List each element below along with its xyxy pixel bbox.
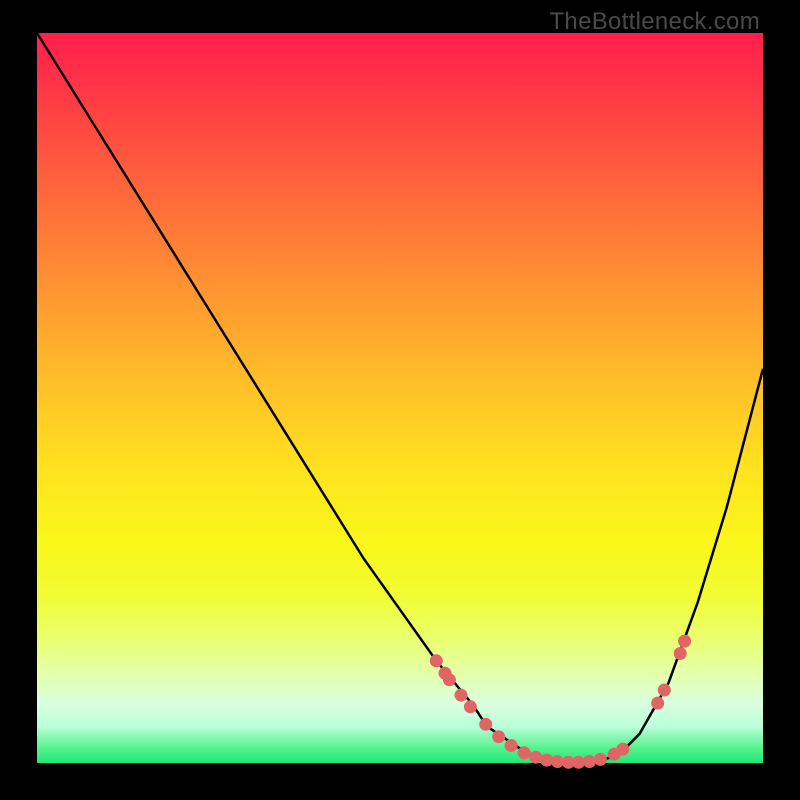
data-marker bbox=[464, 700, 477, 713]
marker-group bbox=[430, 635, 691, 769]
data-marker bbox=[505, 739, 518, 752]
data-marker bbox=[529, 751, 542, 764]
main-curve bbox=[37, 33, 763, 763]
data-marker bbox=[455, 689, 468, 702]
data-marker bbox=[479, 718, 492, 731]
watermark-text: TheBottleneck.com bbox=[549, 8, 760, 36]
chart-container: TheBottleneck.com bbox=[0, 0, 800, 800]
data-marker bbox=[492, 730, 505, 743]
data-marker bbox=[678, 635, 691, 648]
data-marker bbox=[430, 654, 443, 667]
data-marker bbox=[658, 684, 671, 697]
curve-overlay bbox=[37, 33, 763, 763]
chart-area bbox=[37, 33, 763, 763]
data-marker bbox=[616, 743, 629, 756]
data-marker bbox=[594, 753, 607, 766]
data-marker bbox=[674, 647, 687, 660]
data-marker bbox=[583, 755, 596, 768]
data-marker bbox=[518, 746, 531, 759]
data-marker bbox=[651, 697, 664, 710]
data-marker bbox=[443, 673, 456, 686]
